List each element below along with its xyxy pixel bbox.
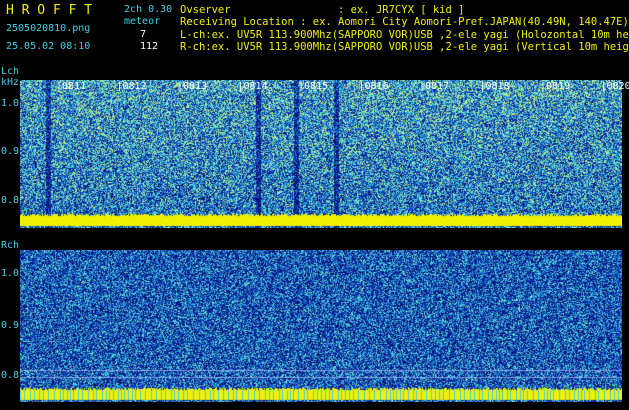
rch-receiver-info: R-ch:ex. UV5R 113.900Mhz(SAPPORO VOR)USB… <box>180 41 629 53</box>
lch-label: Lch <box>1 66 20 77</box>
time-marker: |0819 <box>540 81 571 92</box>
meteor-label: meteor <box>124 16 161 27</box>
lch-meteor-count: 7 <box>140 29 147 40</box>
lch-receiver-info: L-ch:ex. UV5R 113.900Mhz(SAPPORO VOR)USB… <box>180 29 629 41</box>
observer-info: Ovserver : ex. JR7CYX [ kid ] <box>180 4 465 16</box>
time-marker: |0811 <box>56 81 87 92</box>
time-marker: |0820 <box>600 81 629 92</box>
lch-tick-1: 1.0 <box>1 98 20 109</box>
rch-meteor-count: 112 <box>140 41 159 52</box>
location-info: Receiving Location : ex. Aomori City Aom… <box>180 16 629 28</box>
rch-tick-2: 0.9 <box>1 320 20 331</box>
lch-tick-2: 0.9 <box>1 146 20 157</box>
rch-spectrogram <box>20 250 622 402</box>
time-marker: |0812 <box>116 81 147 92</box>
rch-tick-1: 1.0 <box>1 268 20 279</box>
lch-spectrogram <box>20 80 622 228</box>
time-marker: |0817 <box>419 81 450 92</box>
rch-label: Rch <box>1 240 20 251</box>
time-marker: |0816 <box>358 81 389 92</box>
rch-tick-3: 0.8 <box>1 370 20 381</box>
filename-label: 2505020810.png <box>6 23 91 34</box>
app-logo: H R O F F T <box>6 3 93 18</box>
lch-tick-3: 0.8 <box>1 195 20 206</box>
time-marker: |0815 <box>298 81 329 92</box>
version-label: 2ch 0.30 <box>124 4 173 15</box>
time-marker: |0818 <box>479 81 510 92</box>
time-marker: |0813 <box>177 81 208 92</box>
datetime-label: 25.05.02 08:10 <box>6 41 91 52</box>
time-marker: |0814 <box>237 81 268 92</box>
lch-unit: kHz <box>1 77 20 88</box>
